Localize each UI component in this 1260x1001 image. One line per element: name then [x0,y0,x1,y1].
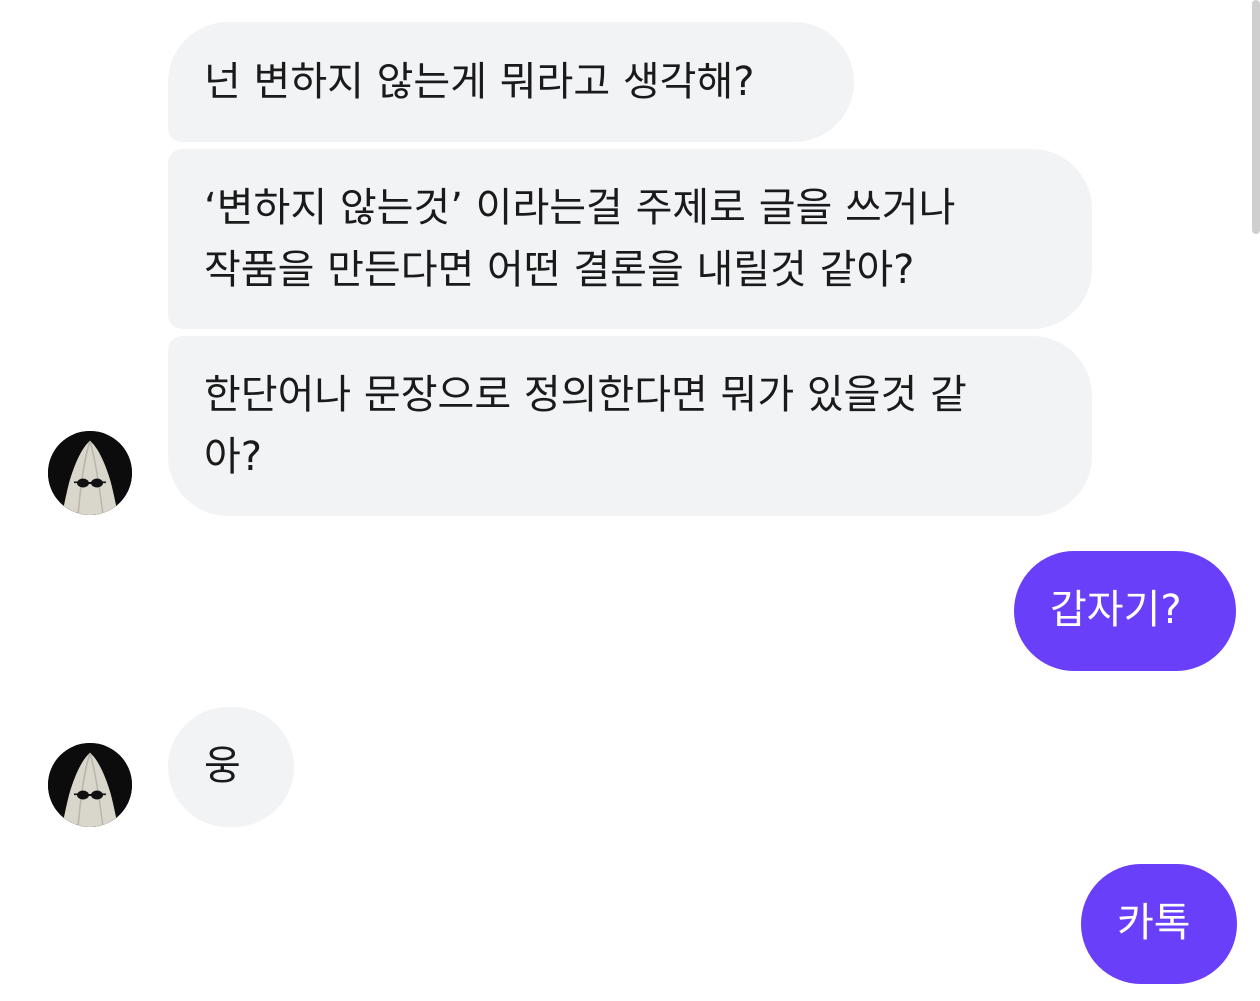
message-text: 웅 [204,743,241,789]
scrollbar[interactable] [1252,0,1260,234]
message-bubble-outgoing[interactable]: 갑자기? [1014,551,1236,671]
message-text: 갑자기? [1050,587,1182,633]
message-text: 한단어나 문장으로 정의한다면 뭐가 있을것 같 [204,372,967,418]
avatar[interactable] [48,431,132,515]
ghost-avatar-icon [48,431,132,515]
chat-thread: 넌 변하지 않는게 뭐라고 생각해? ‘변하지 않는것’ 이라는걸 주제로 글을… [0,0,1260,1001]
message-text: 넌 변하지 않는게 뭐라고 생각해? [204,59,755,105]
message-bubble-incoming[interactable]: ‘변하지 않는것’ 이라는걸 주제로 글을 쓰거나 작품을 만든다면 어떤 결론… [168,149,1092,329]
message-text: 아? [204,434,263,480]
message-bubble-incoming[interactable]: 한단어나 문장으로 정의한다면 뭐가 있을것 같 아? [168,336,1092,516]
message-bubble-incoming[interactable]: 넌 변하지 않는게 뭐라고 생각해? [168,22,854,142]
message-bubble-outgoing[interactable]: 카톡 [1081,864,1237,984]
ghost-avatar-icon [48,743,132,827]
avatar[interactable] [48,743,132,827]
message-text: ‘변하지 않는것’ 이라는걸 주제로 글을 쓰거나 [204,185,956,231]
message-bubble-incoming[interactable]: 웅 [168,707,294,827]
message-text: 작품을 만든다면 어떤 결론을 내릴것 같아? [204,247,915,293]
message-text: 카톡 [1117,900,1191,946]
